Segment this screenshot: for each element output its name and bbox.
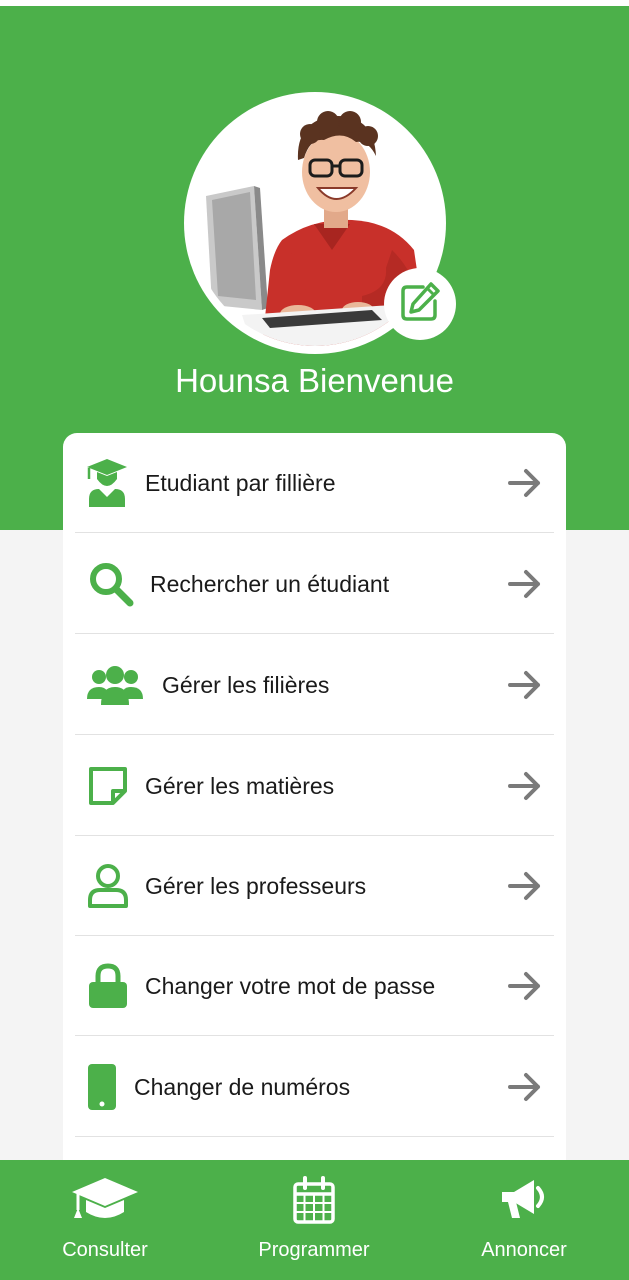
nav-label: Programmer <box>258 1239 370 1261</box>
arrow-right-icon <box>508 534 542 634</box>
nav-annoncer[interactable]: Annoncer <box>424 1160 624 1280</box>
users-group-icon <box>87 635 143 735</box>
menu-item-change-password[interactable]: Changer votre mot de passe <box>75 936 554 1036</box>
edit-icon <box>399 281 441 328</box>
menu-item-manage-fields[interactable]: Gérer les filières <box>75 635 554 735</box>
menu-item-label: Changer votre mot de passe <box>145 973 436 999</box>
lock-icon <box>87 936 129 1036</box>
arrow-right-icon <box>508 736 542 836</box>
menu-item-students-by-field[interactable]: Etudiant par fillière <box>75 433 554 533</box>
nav-consulter[interactable]: Consulter <box>5 1160 205 1280</box>
menu-item-manage-subjects[interactable]: Gérer les matières <box>75 736 554 836</box>
note-icon <box>87 736 129 836</box>
arrow-right-icon <box>508 433 542 533</box>
user-icon <box>87 836 129 936</box>
nav-label: Consulter <box>62 1239 148 1261</box>
menu-card: Etudiant par fillière Rechercher un étud… <box>63 433 566 1193</box>
arrow-right-icon <box>508 635 542 735</box>
bottom-nav: Consulter Programmer Annoncer <box>0 1160 629 1280</box>
calendar-icon <box>214 1174 414 1226</box>
edit-photo-button[interactable] <box>384 268 456 340</box>
menu-item-label: Gérer les professeurs <box>145 873 367 899</box>
menu-item-label: Rechercher un étudiant <box>150 571 390 597</box>
arrow-right-icon <box>508 836 542 936</box>
megaphone-icon <box>424 1174 624 1226</box>
arrow-right-icon <box>508 1037 542 1137</box>
nav-label: Annoncer <box>481 1239 567 1261</box>
app-screen: Hounsa Bienvenue Etudiant par fillière R… <box>0 0 629 1280</box>
menu-item-manage-teachers[interactable]: Gérer les professeurs <box>75 836 554 936</box>
menu-item-label: Gérer les matières <box>145 773 335 799</box>
graduate-icon <box>85 433 129 533</box>
menu-item-search-student[interactable]: Rechercher un étudiant <box>75 534 554 634</box>
arrow-right-icon <box>508 936 542 1036</box>
menu-item-label: Etudiant par fillière <box>145 470 336 496</box>
menu-item-label: Gérer les filières <box>162 672 330 698</box>
welcome-title: Hounsa Bienvenue <box>175 362 454 399</box>
menu-item-change-number[interactable]: Changer de numéros <box>75 1037 554 1137</box>
phone-icon <box>87 1037 117 1137</box>
nav-programmer[interactable]: Programmer <box>214 1160 414 1280</box>
menu-item-label: Changer de numéros <box>134 1074 351 1100</box>
search-icon <box>87 534 135 634</box>
graduation-cap-icon <box>5 1174 205 1226</box>
